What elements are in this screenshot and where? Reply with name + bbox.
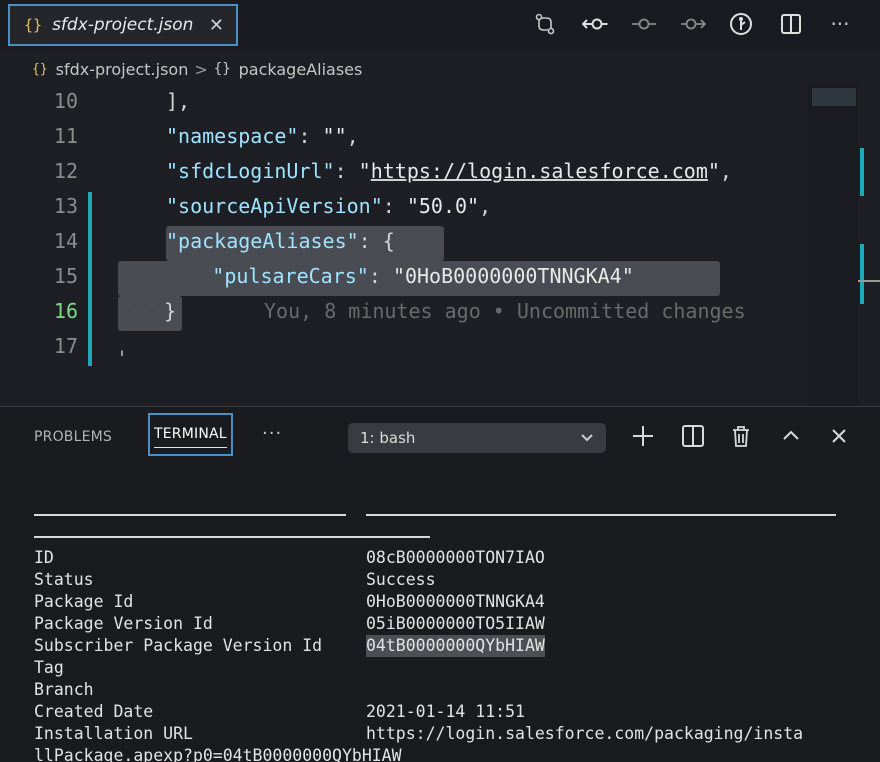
code-line: 17 ˌ — [0, 329, 810, 364]
line-number: 16 — [53, 299, 78, 323]
line-number: 15 — [53, 264, 78, 288]
line-number: 13 — [53, 194, 78, 218]
tab-title: sfdx-project.json — [52, 15, 194, 35]
json-colon: : — [298, 124, 323, 148]
json-file-icon: {} — [32, 61, 48, 77]
table-row: Status — [34, 570, 94, 589]
json-file-icon: {} — [24, 16, 43, 34]
code-line: 16 ···} You, 8 minutes ago • Uncommitted… — [0, 294, 810, 329]
breadcrumb-separator: > — [194, 59, 208, 79]
breadcrumb-node[interactable]: packageAliases — [239, 60, 363, 79]
json-colon: : — [334, 159, 359, 183]
json-brace: } — [164, 299, 177, 323]
table-rule — [34, 514, 346, 516]
json-colon: : — [382, 194, 407, 218]
json-comma: , — [479, 194, 492, 218]
code-line: 12 "sfdcLoginUrl": "https://login.salesf… — [0, 154, 810, 189]
line-number: 10 — [53, 89, 78, 113]
line-number: 12 — [53, 159, 78, 183]
terminal-shell-select[interactable]: 1: bash — [348, 423, 606, 453]
json-key: "packageAliases" — [166, 229, 359, 253]
code-editor[interactable]: 10 ], 11 "namespace": "", 12 "sfdcLoginU… — [0, 84, 880, 406]
json-quote: " — [358, 159, 371, 183]
json-key: "namespace" — [166, 124, 299, 148]
table-row: Installation URL — [34, 724, 193, 743]
more-actions-icon[interactable]: ··· — [262, 423, 282, 444]
more-actions-icon[interactable]: ··· — [828, 12, 852, 36]
tab-problems[interactable]: PROBLEMS — [34, 429, 112, 445]
shell-select-value: 1: bash — [360, 429, 416, 447]
indent-guide: ··· — [128, 299, 165, 323]
git-lens-icon[interactable] — [729, 12, 753, 36]
git-next-icon[interactable] — [680, 12, 707, 36]
text-cursor: ˌ — [116, 334, 129, 358]
table-row: Subscriber Package Version Id — [34, 636, 323, 655]
object-icon: {} — [213, 61, 231, 77]
code-line: 14 "packageAliases": { — [0, 224, 810, 259]
editor-tab-bar: {} sfdx-project.json ✕ ··· — [0, 0, 880, 50]
git-blame-annotation: You, 8 minutes ago • Uncommitted changes — [264, 299, 746, 323]
table-rule — [366, 514, 836, 516]
maximize-panel-icon[interactable] — [778, 423, 804, 449]
close-panel-icon[interactable] — [826, 423, 852, 449]
line-number: 17 — [53, 334, 78, 358]
table-cell-selected: 04tB0000000QYbHIAW — [366, 635, 545, 657]
new-terminal-icon[interactable] — [630, 423, 656, 449]
json-colon: : — [368, 264, 393, 288]
table-cell: 05iB0000000TO5IIAW — [366, 614, 545, 633]
scrollbar-marker — [860, 244, 864, 304]
json-key: "pulsareCars" — [212, 264, 369, 288]
tab-sfdx-project-json[interactable]: {} sfdx-project.json ✕ — [8, 4, 238, 46]
code-line: 10 ], — [0, 84, 810, 119]
split-terminal-icon[interactable] — [680, 423, 706, 449]
code-line: 11 "namespace": "", — [0, 119, 810, 154]
scrollbar-thumb[interactable] — [858, 280, 880, 282]
scrollbar-marker — [860, 148, 864, 196]
code-line: 13 "sourceApiVersion": "50.0", — [0, 189, 810, 224]
tab-terminal[interactable]: TERMINAL — [148, 413, 233, 456]
git-previous-icon[interactable] — [581, 12, 608, 36]
json-quote: " — [707, 159, 720, 183]
json-value: "50.0" — [406, 194, 480, 218]
table-row: Package Version Id — [34, 614, 213, 633]
code-line: 15 ·······"pulsareCars": "0HoB0000000TNN… — [0, 259, 810, 294]
table-row: ID — [34, 548, 54, 567]
breadcrumb: {} sfdx-project.json > {} packageAliases — [32, 58, 362, 80]
minimap-content — [812, 88, 856, 106]
breadcrumb-file[interactable]: sfdx-project.json — [56, 60, 189, 79]
table-cell: 08cB0000000TON7IAO — [366, 548, 545, 567]
table-cell: 0HoB0000000TNNGKA4 — [366, 592, 545, 611]
line-number: 11 — [53, 124, 78, 148]
kill-terminal-icon[interactable] — [728, 423, 754, 449]
terminal-wrapped-line: llPackage.apexp?p0=04tB0000000QYbHIAW — [34, 746, 402, 762]
table-cell: Success — [366, 570, 436, 589]
table-row: Package Id — [34, 592, 134, 611]
json-url-link[interactable]: https://login.salesforce.com — [371, 159, 708, 183]
json-key: "sfdcLoginUrl" — [166, 159, 335, 183]
json-brace: { — [382, 229, 395, 253]
table-rule — [34, 536, 430, 538]
table-row: Created Date — [34, 702, 154, 721]
close-icon[interactable]: ✕ — [209, 15, 224, 36]
json-value: "" — [322, 124, 347, 148]
chevron-down-icon — [580, 423, 594, 464]
bottom-panel: PROBLEMS TERMINAL ··· 1: bash ID 08cB000… — [0, 406, 880, 762]
table-row: Tag — [34, 658, 64, 677]
indent-guide: ······· — [128, 264, 213, 288]
json-comma: , — [719, 159, 732, 183]
git-commit-icon[interactable] — [631, 12, 656, 36]
table-row: Branch — [34, 680, 94, 699]
json-value: "0HoB0000000TNNGKA4" — [392, 264, 634, 288]
json-key: "sourceApiVersion" — [166, 194, 383, 218]
table-cell: https://login.salesforce.com/packaging/i… — [366, 724, 804, 743]
code-text: ], — [166, 89, 191, 113]
line-number: 14 — [53, 229, 78, 253]
table-cell: 2021-01-14 11:51 — [366, 702, 525, 721]
json-comma: , — [346, 124, 359, 148]
minimap[interactable] — [808, 84, 858, 406]
json-colon: : — [358, 229, 383, 253]
split-editor-icon[interactable] — [779, 12, 803, 36]
compare-changes-icon[interactable] — [533, 12, 557, 36]
